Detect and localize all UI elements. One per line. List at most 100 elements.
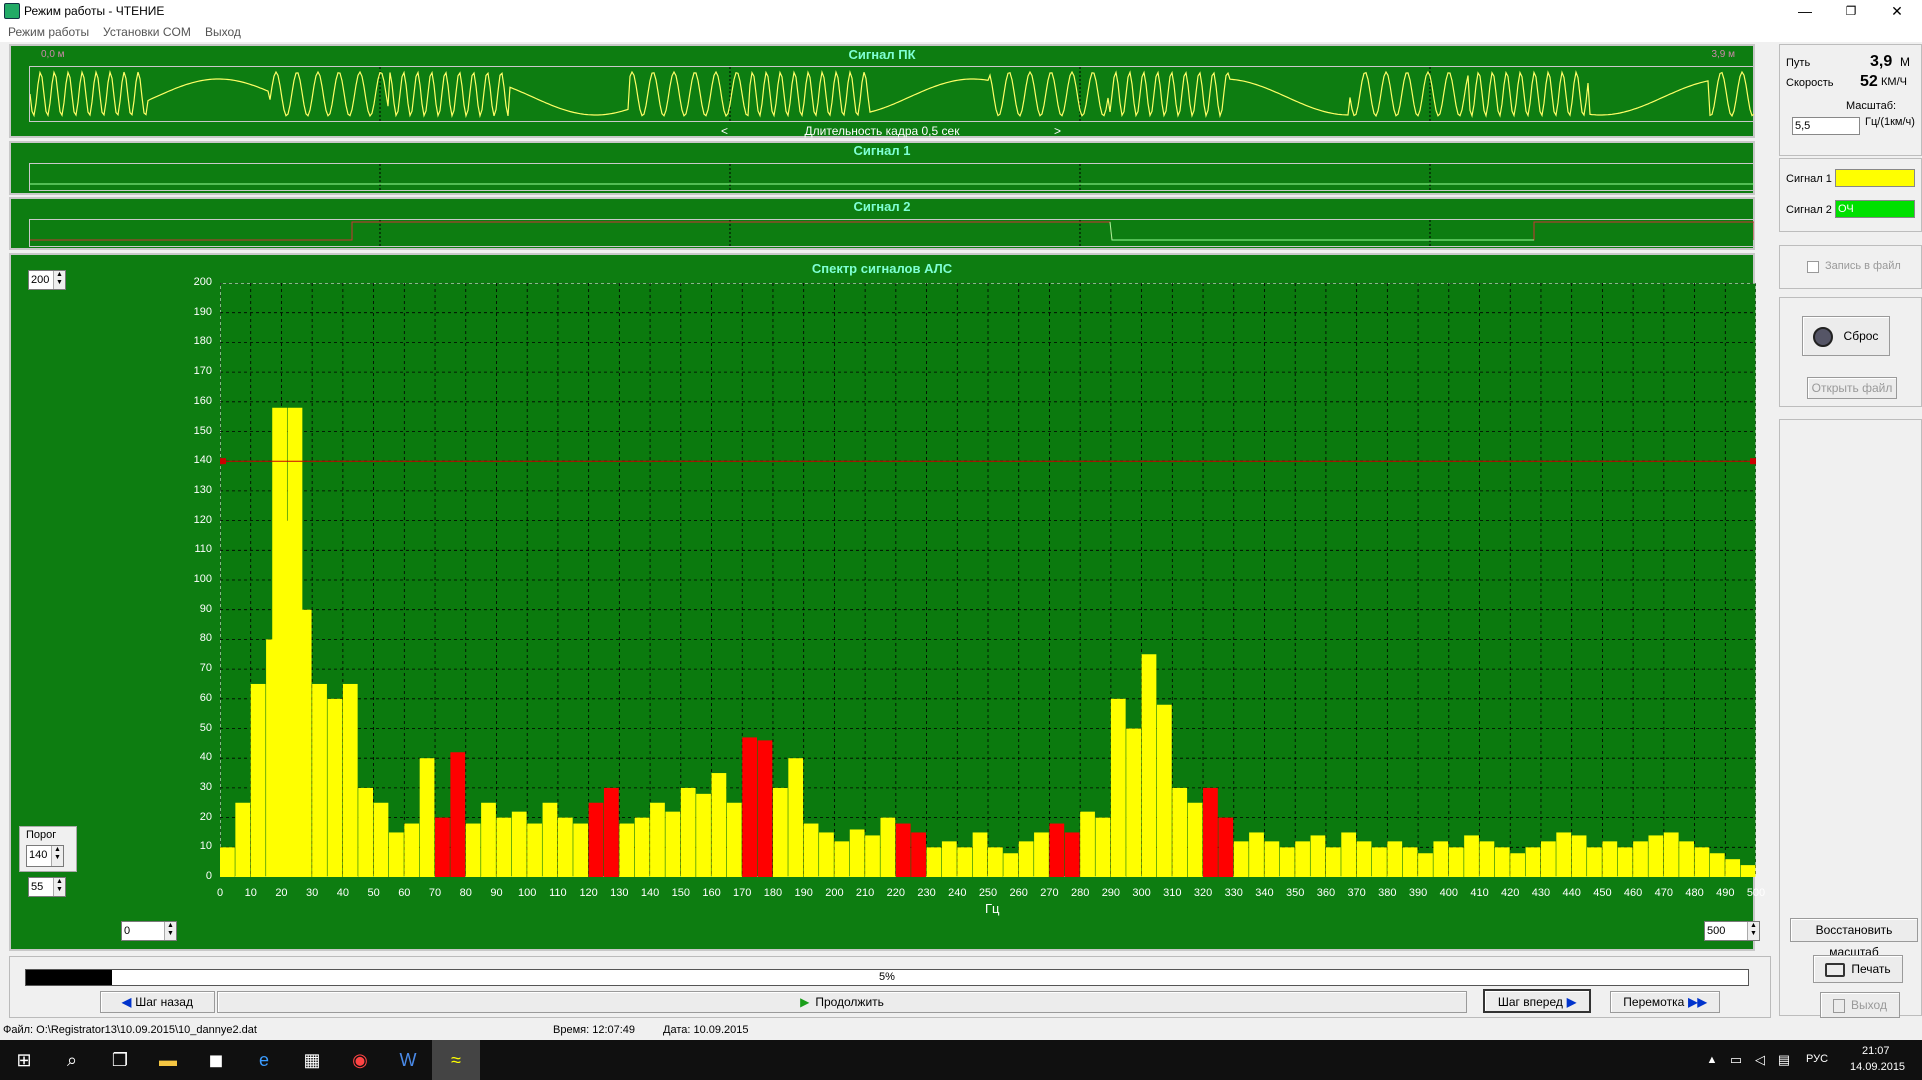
menu-mode[interactable]: Режим работы bbox=[8, 25, 89, 39]
open-file-button[interactable]: Открыть файл bbox=[1807, 377, 1897, 399]
chrome-icon[interactable]: ◉ bbox=[336, 1040, 384, 1080]
xmin-spinner[interactable]: 0 ▲ ▼ bbox=[121, 921, 177, 941]
volume-icon[interactable]: ◁ bbox=[1748, 1040, 1772, 1080]
scale-input[interactable]: 5,5 bbox=[1792, 117, 1860, 135]
file-explorer-icon[interactable]: ▬ bbox=[144, 1040, 192, 1080]
reset-button[interactable]: Сброс bbox=[1802, 316, 1890, 356]
spectrum-bar bbox=[481, 802, 496, 877]
spectrum-bar bbox=[1233, 841, 1249, 877]
spectrum-bar bbox=[1464, 835, 1479, 877]
restore-scale-button[interactable]: Восстановить масштаб bbox=[1790, 918, 1918, 959]
x-tick-label: 40 bbox=[336, 887, 349, 899]
spectrum-bar bbox=[388, 832, 404, 877]
record-label: Запись в файл bbox=[1825, 260, 1901, 272]
message-icon[interactable]: ▤ bbox=[1772, 1040, 1796, 1080]
xmax-spinner[interactable]: 500 ▲ ▼ bbox=[1704, 921, 1760, 941]
x-tick-label: 230 bbox=[917, 887, 936, 899]
x-tick-label: 20 bbox=[275, 887, 288, 899]
signal-pk-start-label: 0,0 м bbox=[41, 49, 65, 60]
bottom-right-panel: Восстановить масштаб Печать Выход bbox=[1779, 419, 1922, 1018]
continue-label: Продолжить bbox=[815, 995, 884, 1009]
window-title: Режим работы - ЧТЕНИЕ bbox=[24, 4, 165, 18]
network-icon[interactable]: ▭ bbox=[1724, 1040, 1748, 1080]
y-tick-label: 160 bbox=[193, 394, 212, 407]
spectrum-bar bbox=[327, 698, 343, 877]
spectrum-bar bbox=[1356, 841, 1372, 877]
spectrum-bar bbox=[634, 817, 650, 877]
edge-icon[interactable]: e bbox=[240, 1040, 288, 1080]
spinner-arrows-icon[interactable]: ▲ ▼ bbox=[164, 922, 176, 940]
spectrum-bar bbox=[1341, 832, 1357, 877]
x-tick-label: 80 bbox=[459, 887, 472, 899]
ymax-spinner[interactable]: 200 ▲ ▼ bbox=[28, 270, 66, 290]
minimize-button[interactable]: — bbox=[1782, 0, 1828, 22]
threshold-box: Порог 140 ▲ ▼ bbox=[19, 826, 77, 872]
step-forward-button[interactable]: Шаг вперед ▶ bbox=[1483, 989, 1591, 1013]
task-view-icon[interactable]: ❐ bbox=[96, 1040, 144, 1080]
threshold-marker-left[interactable] bbox=[220, 458, 226, 465]
app-icon bbox=[4, 3, 20, 19]
spectrum-bar bbox=[358, 787, 373, 877]
tray-chevron-icon[interactable]: ▲ bbox=[1700, 1040, 1724, 1080]
clock-time[interactable]: 21:07 bbox=[1862, 1045, 1890, 1057]
low-level-spinner[interactable]: 55 ▲ ▼ bbox=[28, 877, 66, 897]
close-button[interactable]: ✕ bbox=[1874, 0, 1920, 22]
spectrum-bar bbox=[1049, 823, 1065, 877]
spectrum-bar bbox=[312, 683, 327, 877]
spectrum-bar bbox=[1064, 832, 1080, 877]
signal2-green-line bbox=[1109, 221, 1534, 241]
spectrum-bar bbox=[1141, 654, 1157, 877]
spinner-arrows-icon[interactable]: ▲ ▼ bbox=[53, 271, 65, 289]
signal1-title: Сигнал 1 bbox=[853, 143, 911, 158]
spectrum-bar bbox=[373, 802, 389, 877]
exit-button[interactable]: Выход bbox=[1820, 992, 1900, 1018]
threshold-marker-right[interactable] bbox=[1750, 458, 1756, 465]
spectrum-bar bbox=[1479, 841, 1495, 877]
frame-next-button[interactable]: > bbox=[1054, 124, 1061, 138]
language-indicator[interactable]: РУС bbox=[1806, 1053, 1828, 1065]
rewind-button[interactable]: Перемотка ▶▶ bbox=[1610, 991, 1720, 1013]
x-tick-label: 170 bbox=[733, 887, 752, 899]
spinner-arrows-icon[interactable]: ▲ ▼ bbox=[1747, 922, 1759, 940]
store-icon[interactable]: ◼ bbox=[192, 1040, 240, 1080]
print-button[interactable]: Печать bbox=[1813, 955, 1903, 983]
spectrum-bar bbox=[696, 793, 711, 877]
signal2-panel: Сигнал 2 bbox=[9, 197, 1755, 250]
maximize-button[interactable]: ❐ bbox=[1828, 0, 1874, 22]
x-tick-label: 340 bbox=[1255, 887, 1274, 899]
x-tick-label: 180 bbox=[763, 887, 783, 899]
windows-start-icon[interactable]: ⊞ bbox=[0, 1040, 48, 1080]
spectrum-bar bbox=[772, 787, 788, 877]
spectrum-bar bbox=[450, 752, 466, 877]
spectrum-bar bbox=[1110, 698, 1126, 877]
continue-button[interactable]: ▶ Продолжить bbox=[217, 991, 1467, 1013]
calculator-icon[interactable]: ▦ bbox=[288, 1040, 336, 1080]
word-icon[interactable]: W bbox=[384, 1040, 432, 1080]
registrator-app-icon[interactable]: ≈ bbox=[432, 1040, 480, 1080]
x-tick-label: 100 bbox=[518, 887, 537, 899]
spinner-arrows-icon[interactable]: ▲ ▼ bbox=[53, 878, 65, 896]
menu-exit[interactable]: Выход bbox=[205, 25, 241, 39]
spectrum-bar bbox=[220, 847, 235, 877]
x-tick-label: 190 bbox=[794, 887, 813, 899]
menu-com-settings[interactable]: Установки COM bbox=[103, 25, 191, 39]
step-back-button[interactable]: ◀ Шаг назад bbox=[100, 991, 215, 1013]
x-tick-label: 330 bbox=[1224, 887, 1243, 899]
signal-pk-line bbox=[29, 69, 1755, 119]
spectrum-bar bbox=[849, 829, 865, 877]
arrow-left-icon: ◀ bbox=[122, 995, 132, 1009]
spectrum-bar bbox=[1602, 841, 1618, 877]
y-tick-label: 50 bbox=[199, 721, 212, 734]
scale-label: Масштаб: bbox=[1846, 100, 1897, 112]
rewind-label: Перемотка bbox=[1623, 995, 1685, 1009]
spinner-arrows-icon[interactable]: ▲ ▼ bbox=[51, 846, 63, 866]
exit-icon bbox=[1833, 998, 1846, 1013]
spectrum-bar bbox=[1571, 835, 1587, 877]
clock-date[interactable]: 14.09.2015 bbox=[1850, 1061, 1905, 1073]
search-icon[interactable]: ⌕ bbox=[48, 1040, 96, 1080]
y-tick-label: 180 bbox=[193, 335, 212, 348]
x-tick-label: 390 bbox=[1408, 887, 1428, 899]
status-file: Файл: O:\Registrator13\10.09.2015\10_dan… bbox=[3, 1024, 257, 1036]
record-checkbox[interactable] bbox=[1807, 261, 1819, 273]
threshold-spinner[interactable]: 140 ▲ ▼ bbox=[26, 845, 64, 867]
